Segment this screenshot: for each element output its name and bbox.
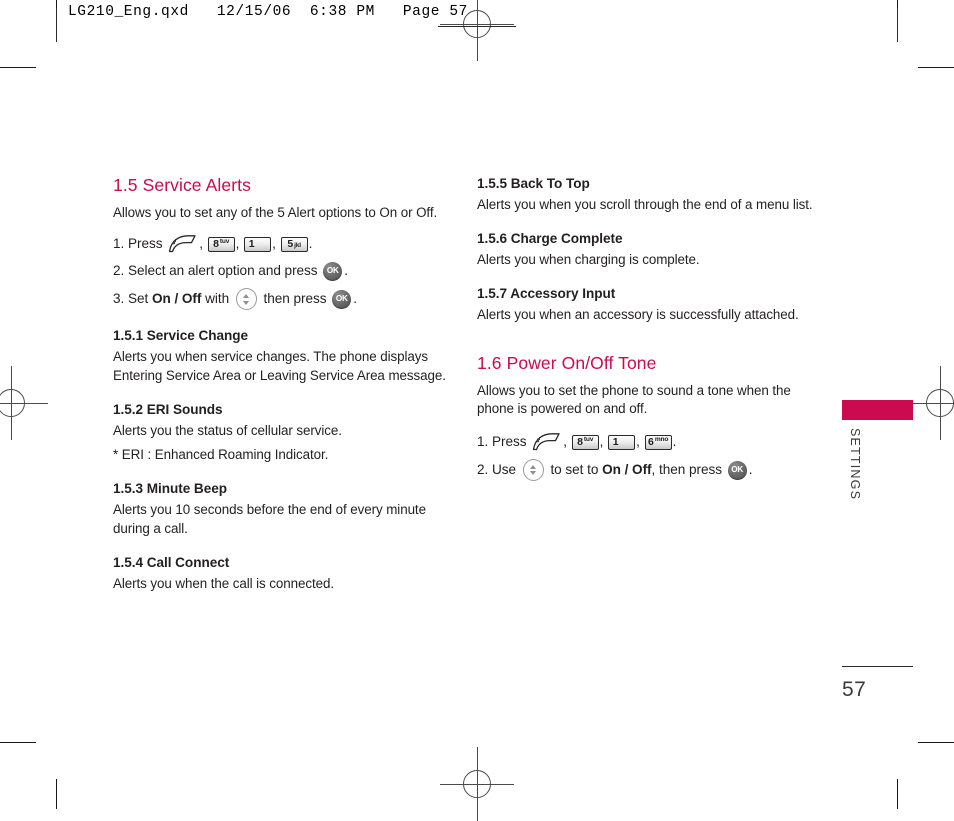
crop-mark-bottom-right-v [897, 779, 898, 809]
page-trim-left [56, 8, 58, 42]
subsection-heading-1-5-1: 1.5.1 Service Change [113, 328, 249, 344]
key-5-number: 5 [287, 238, 294, 251]
file-slug: LG210_Eng.qxd 12/15/06 6:38 PM Page 57 [68, 4, 468, 20]
subsection-back-to-top: 1.5.5 Back To Top Alerts you when you sc… [477, 176, 817, 214]
crop-mark-top-right-h [918, 67, 954, 68]
subsection-body-1-5-4: Alerts you when the call is connected. [113, 575, 335, 591]
power-step-2-on-off-bold: On / Off [602, 462, 652, 478]
step-2-prefix: 2. Select an alert option and press [113, 263, 322, 279]
section-title-service-alerts: 1.5 Service Alerts [113, 175, 251, 195]
slug-underline [438, 26, 516, 28]
key-1-number-2: 1 [612, 436, 619, 449]
subsection-minute-beep: 1.5.3 Minute Beep Alerts you 10 seconds … [113, 481, 453, 537]
subsection-heading-1-5-4: 1.5.4 Call Connect [113, 554, 230, 570]
key-5-letters: jkl [294, 241, 301, 249]
left-column: 1.5 Service Alerts Allows you to set any… [113, 175, 453, 610]
side-tab-label: SETTINGS [848, 428, 862, 501]
step-3-prefix: 3. Set [113, 291, 152, 307]
ok-button-icon-2: OK [332, 289, 352, 309]
subsection-charge-complete: 1.5.6 Charge Complete Alerts you when ch… [477, 231, 817, 269]
right-column: 1.5.5 Back To Top Alerts you when you sc… [477, 176, 817, 488]
step-3-on-off-bold: On / Off [151, 291, 202, 307]
crop-mark-bottom-left-h [0, 742, 36, 743]
step-3-mid2: then press [259, 291, 331, 307]
power-step-2-prefix: 2. Use [477, 462, 520, 478]
ok-button-icon-3: OK [727, 460, 747, 480]
side-tab-bar [842, 400, 913, 420]
key-6-mno-icon: 6 mno [644, 434, 672, 450]
crop-mark-bottom-right-h [918, 742, 954, 743]
page-trim-right [897, 8, 899, 42]
crop-mark-bottom-left-v [56, 779, 57, 809]
subsection-note-1-5-2: * ERI : Enhanced Roaming Indicator. [113, 447, 329, 463]
key-1-voicemail-icon: 1 [244, 236, 272, 252]
key-1-number: 1 [248, 238, 255, 251]
nav-up-down-icon [235, 288, 257, 311]
section-title-power-on-off-tone: 1.6 Power On/Off Tone [477, 352, 657, 373]
subsection-body-1-5-3: Alerts you 10 seconds before the end of … [113, 502, 426, 536]
send-key-icon-2 [531, 432, 561, 451]
subsection-body-1-5-5: Alerts you when you scroll through the e… [477, 196, 813, 212]
subsection-body-1-5-2: Alerts you the status of cellular servic… [113, 422, 342, 438]
subsection-heading-1-5-2: 1.5.2 ERI Sounds [113, 401, 223, 417]
step-1-sep-a: , [199, 236, 207, 252]
key-6-number: 6 [648, 436, 654, 449]
power-step-1-sep-b: , [599, 434, 608, 450]
key-8-tuv-icon: 8 tuv [207, 236, 235, 252]
power-step-1-sep-a: , [563, 434, 571, 450]
subsection-body-1-5-6: Alerts you when charging is complete. [477, 252, 700, 268]
ok-button-icon: OK [323, 261, 343, 281]
subsection-service-change: 1.5.1 Service Change Alerts you when ser… [113, 328, 453, 384]
send-key-icon [167, 234, 197, 253]
power-step-2-mid: to set to [546, 462, 603, 478]
subsection-heading-1-5-7: 1.5.7 Accessory Input [477, 286, 616, 302]
step-3-mid: with [201, 291, 233, 307]
power-step-1-sep-c: , [636, 434, 644, 450]
key-8-letters-2: tuv [583, 436, 594, 443]
subsection-heading-1-5-3: 1.5.3 Minute Beep [113, 481, 227, 497]
step-3-set-on-off: 3. Set On / Off with then press OK . [113, 288, 453, 311]
subsection-heading-1-5-6: 1.5.6 Charge Complete [477, 231, 623, 247]
key-5-jkl-icon: 5 jkl [280, 236, 308, 252]
voicemail-glyph-icon [257, 239, 267, 249]
power-step-2-mid2: , then press [651, 462, 726, 478]
power-step-1-end: . [672, 434, 677, 450]
key-8-letters: tuv [219, 238, 230, 246]
voicemail-glyph-icon-2 [621, 437, 631, 447]
step-3-end: . [353, 291, 357, 307]
step-1-sep-c: , [272, 236, 280, 252]
key-8-tuv-icon-2: 8 tuv [571, 434, 599, 450]
power-step-1-press-keys: 1. Press , 8 tuv , 1 , 6 mno . [477, 432, 817, 452]
step-2-end: . [344, 263, 349, 279]
step-2-select-alert: 2. Select an alert option and press OK . [113, 261, 453, 281]
subsection-eri-sounds: 1.5.2 ERI Sounds Alerts you the status o… [113, 402, 453, 464]
nav-up-down-icon-2 [522, 459, 544, 482]
power-step-2-use-nav: 2. Use to set to On / Off , then press O… [477, 459, 817, 482]
subsection-accessory-input: 1.5.7 Accessory Input Alerts you when an… [477, 286, 817, 324]
subsection-body-1-5-7: Alerts you when an accessory is successf… [477, 307, 799, 323]
key-8-number-2: 8 [577, 436, 583, 449]
key-8-number: 8 [213, 238, 219, 251]
step-1-end: . [308, 236, 313, 252]
crop-mark-top-left-h [0, 67, 36, 68]
step-1-press-keys: 1. Press , 8 tuv , 1 , 5 jkl . [113, 234, 453, 254]
section-intro-service-alerts: Allows you to set any of the 5 Alert opt… [113, 205, 438, 221]
subsection-body-1-5-1: Alerts you when service changes. The pho… [113, 349, 446, 383]
subsection-heading-1-5-5: 1.5.5 Back To Top [477, 176, 590, 191]
section-intro-power-on-off-tone: Allows you to set the phone to sound a t… [477, 382, 791, 417]
step-1-sep-b: , [235, 236, 244, 252]
power-step-1-prefix: 1. Press [477, 434, 531, 450]
key-1-voicemail-icon-2: 1 [608, 434, 636, 450]
key-6-letters: mno [654, 436, 669, 443]
folio-rule [842, 666, 913, 668]
power-step-2-end: . [748, 462, 753, 478]
step-1-prefix: 1. Press [113, 236, 167, 252]
page-number: 57 [842, 678, 867, 701]
subsection-call-connect: 1.5.4 Call Connect Alerts you when the c… [113, 555, 453, 593]
